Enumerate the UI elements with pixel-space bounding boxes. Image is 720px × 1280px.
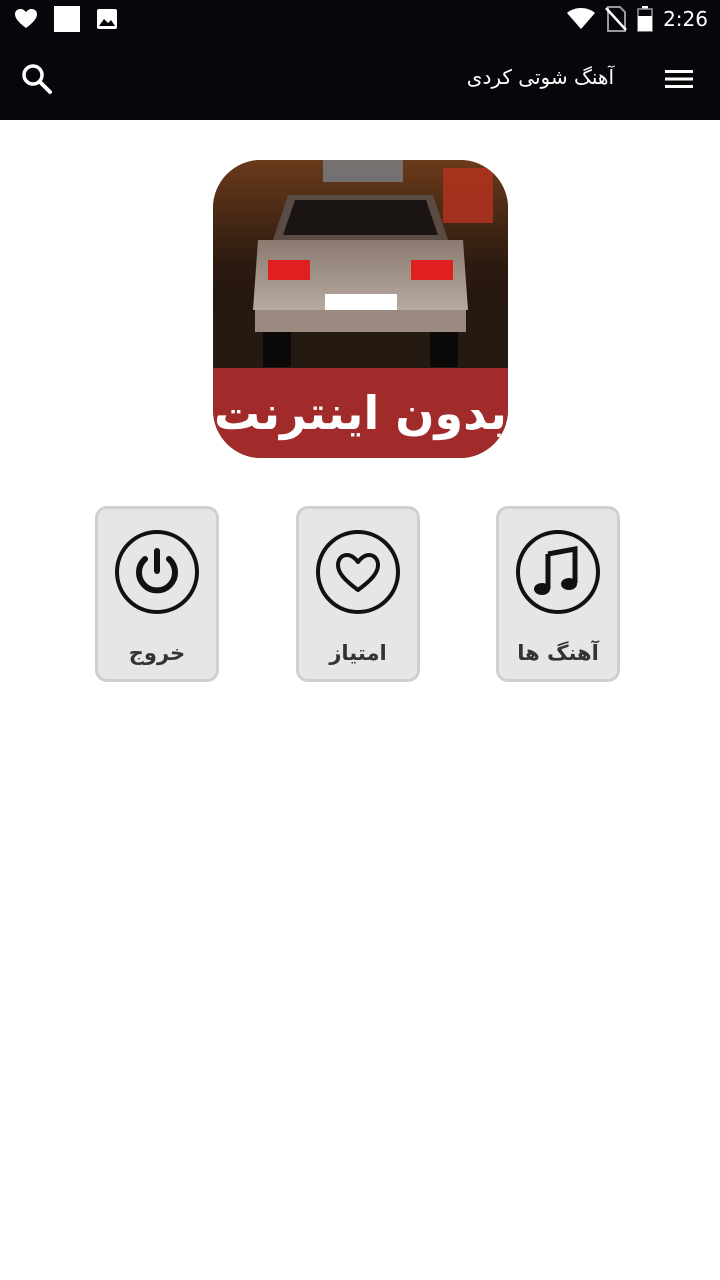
app-logo: بدون اینترنت — [213, 160, 508, 458]
status-clock: 2:26 — [663, 7, 708, 31]
rate-button[interactable]: امتیاز — [296, 506, 420, 682]
songs-button[interactable]: آهنگ ها — [496, 506, 620, 682]
battery-icon — [637, 6, 653, 32]
logo-banner-text: بدون اینترنت — [214, 386, 507, 440]
logo-banner: بدون اینترنت — [213, 368, 508, 458]
search-button[interactable] — [20, 62, 54, 96]
search-icon — [22, 64, 52, 94]
menu-button[interactable] — [664, 64, 694, 94]
no-sim-icon — [605, 6, 628, 32]
rate-label: امتیاز — [329, 641, 387, 665]
status-bar: 2:26 — [0, 0, 720, 38]
power-icon — [115, 530, 199, 614]
wifi-icon — [567, 8, 596, 29]
exit-label: خروج — [128, 641, 186, 665]
status-right-icons: 2:26 — [557, 5, 708, 33]
hamburger-menu-icon — [665, 70, 693, 88]
exit-button[interactable]: خروج — [95, 506, 219, 682]
status-left-icons — [14, 6, 134, 32]
image-icon — [97, 9, 117, 29]
app-bar: آهنگ شوتی کردی — [0, 38, 720, 120]
music-note-icon — [516, 530, 600, 614]
heart-icon — [316, 530, 400, 614]
heart-icon — [15, 9, 37, 28]
square-icon — [54, 6, 80, 32]
app-title: آهنگ شوتی کردی — [466, 65, 614, 89]
car-photo — [213, 160, 508, 370]
songs-label: آهنگ ها — [517, 641, 599, 665]
